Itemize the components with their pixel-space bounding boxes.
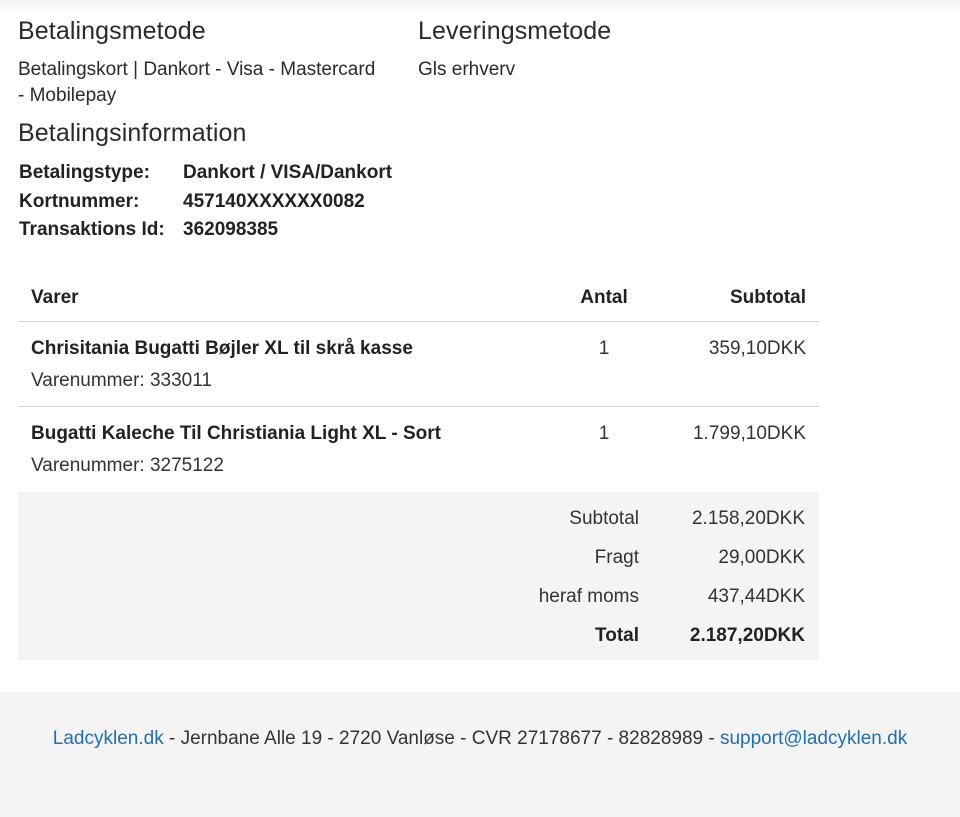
shipping-label: Fragt bbox=[594, 546, 639, 568]
footer-address: - Jernbane Alle 19 - 2720 Vanløse - CVR … bbox=[163, 728, 720, 749]
subtotal-label: Subtotal bbox=[569, 507, 639, 529]
item-name: Chrisitania Bugatti Bøjler XL til skrå k… bbox=[31, 338, 413, 359]
totals-row-total: Total 2.187,20DKK bbox=[18, 616, 819, 655]
vat-value: 437,44DKK bbox=[707, 585, 805, 607]
top-shade bbox=[0, 0, 960, 14]
delivery-method-value: Gls erhverv bbox=[418, 59, 516, 80]
table-row: Bugatti Kaleche Til Christiania Light XL… bbox=[18, 407, 819, 492]
header-subtotal: Subtotal bbox=[730, 286, 806, 308]
delivery-method-title: Leveringsmetode bbox=[418, 17, 612, 45]
card-number-value: 457140XXXXXX0082 bbox=[183, 190, 365, 212]
site-link[interactable]: Ladcyklen.dk bbox=[53, 728, 164, 749]
totals-row-shipping: Fragt 29,00DKK bbox=[18, 538, 819, 577]
payment-type-value: Dankort / VISA/Dankort bbox=[183, 162, 393, 184]
payment-method-value-line2: - Mobilepay bbox=[18, 85, 117, 106]
header-quantity: Antal bbox=[580, 286, 628, 308]
header-items: Varer bbox=[31, 286, 79, 308]
vat-label: heraf moms bbox=[538, 585, 639, 607]
total-label: Total bbox=[595, 624, 639, 646]
footer-line: Ladcyklen.dk - Jernbane Alle 19 - 2720 V… bbox=[0, 728, 960, 750]
item-sku: Varenummer: 3275122 bbox=[31, 455, 224, 476]
support-email-link[interactable]: support@ladcyklen.dk bbox=[720, 728, 907, 749]
item-subtotal: 1.799,10DKK bbox=[692, 423, 806, 444]
payment-info-title: Betalingsinformation bbox=[18, 119, 247, 147]
order-totals: Subtotal 2.158,20DKK Fragt 29,00DKK hera… bbox=[18, 492, 819, 660]
total-value: 2.187,20DKK bbox=[689, 624, 805, 646]
payment-type-label: Betalingstype: bbox=[19, 162, 150, 184]
transaction-id-value: 362098385 bbox=[183, 219, 279, 241]
footer: Ladcyklen.dk - Jernbane Alle 19 - 2720 V… bbox=[0, 692, 960, 817]
item-quantity: 1 bbox=[598, 338, 610, 359]
totals-row-vat: heraf moms 437,44DKK bbox=[18, 577, 819, 616]
item-quantity: 1 bbox=[598, 423, 610, 444]
order-items-header: Varer Antal Subtotal bbox=[18, 274, 819, 322]
payment-method-title: Betalingsmetode bbox=[18, 17, 206, 45]
subtotal-value: 2.158,20DKK bbox=[691, 507, 805, 529]
payment-info-table: Betalingstype: Dankort / VISA/Dankort Ko… bbox=[19, 159, 392, 245]
transaction-id-label: Transaktions Id: bbox=[19, 219, 165, 241]
shipping-value: 29,00DKK bbox=[718, 546, 805, 568]
payment-method-value-line1: Betalingskort | Dankort - Visa - Masterc… bbox=[18, 59, 376, 80]
order-items-table: Varer Antal Subtotal Chrisitania Bugatti… bbox=[18, 274, 819, 492]
payment-info-row: Kortnummer: 457140XXXXXX0082 bbox=[19, 188, 392, 217]
payment-info-row: Betalingstype: Dankort / VISA/Dankort bbox=[19, 159, 392, 188]
card-number-label: Kortnummer: bbox=[19, 190, 140, 212]
table-row: Chrisitania Bugatti Bøjler XL til skrå k… bbox=[18, 322, 819, 407]
totals-row-subtotal: Subtotal 2.158,20DKK bbox=[18, 499, 819, 538]
item-subtotal: 359,10DKK bbox=[708, 338, 806, 359]
item-sku: Varenummer: 333011 bbox=[31, 370, 212, 391]
item-name: Bugatti Kaleche Til Christiania Light XL… bbox=[31, 423, 441, 444]
payment-info-row: Transaktions Id: 362098385 bbox=[19, 216, 392, 245]
